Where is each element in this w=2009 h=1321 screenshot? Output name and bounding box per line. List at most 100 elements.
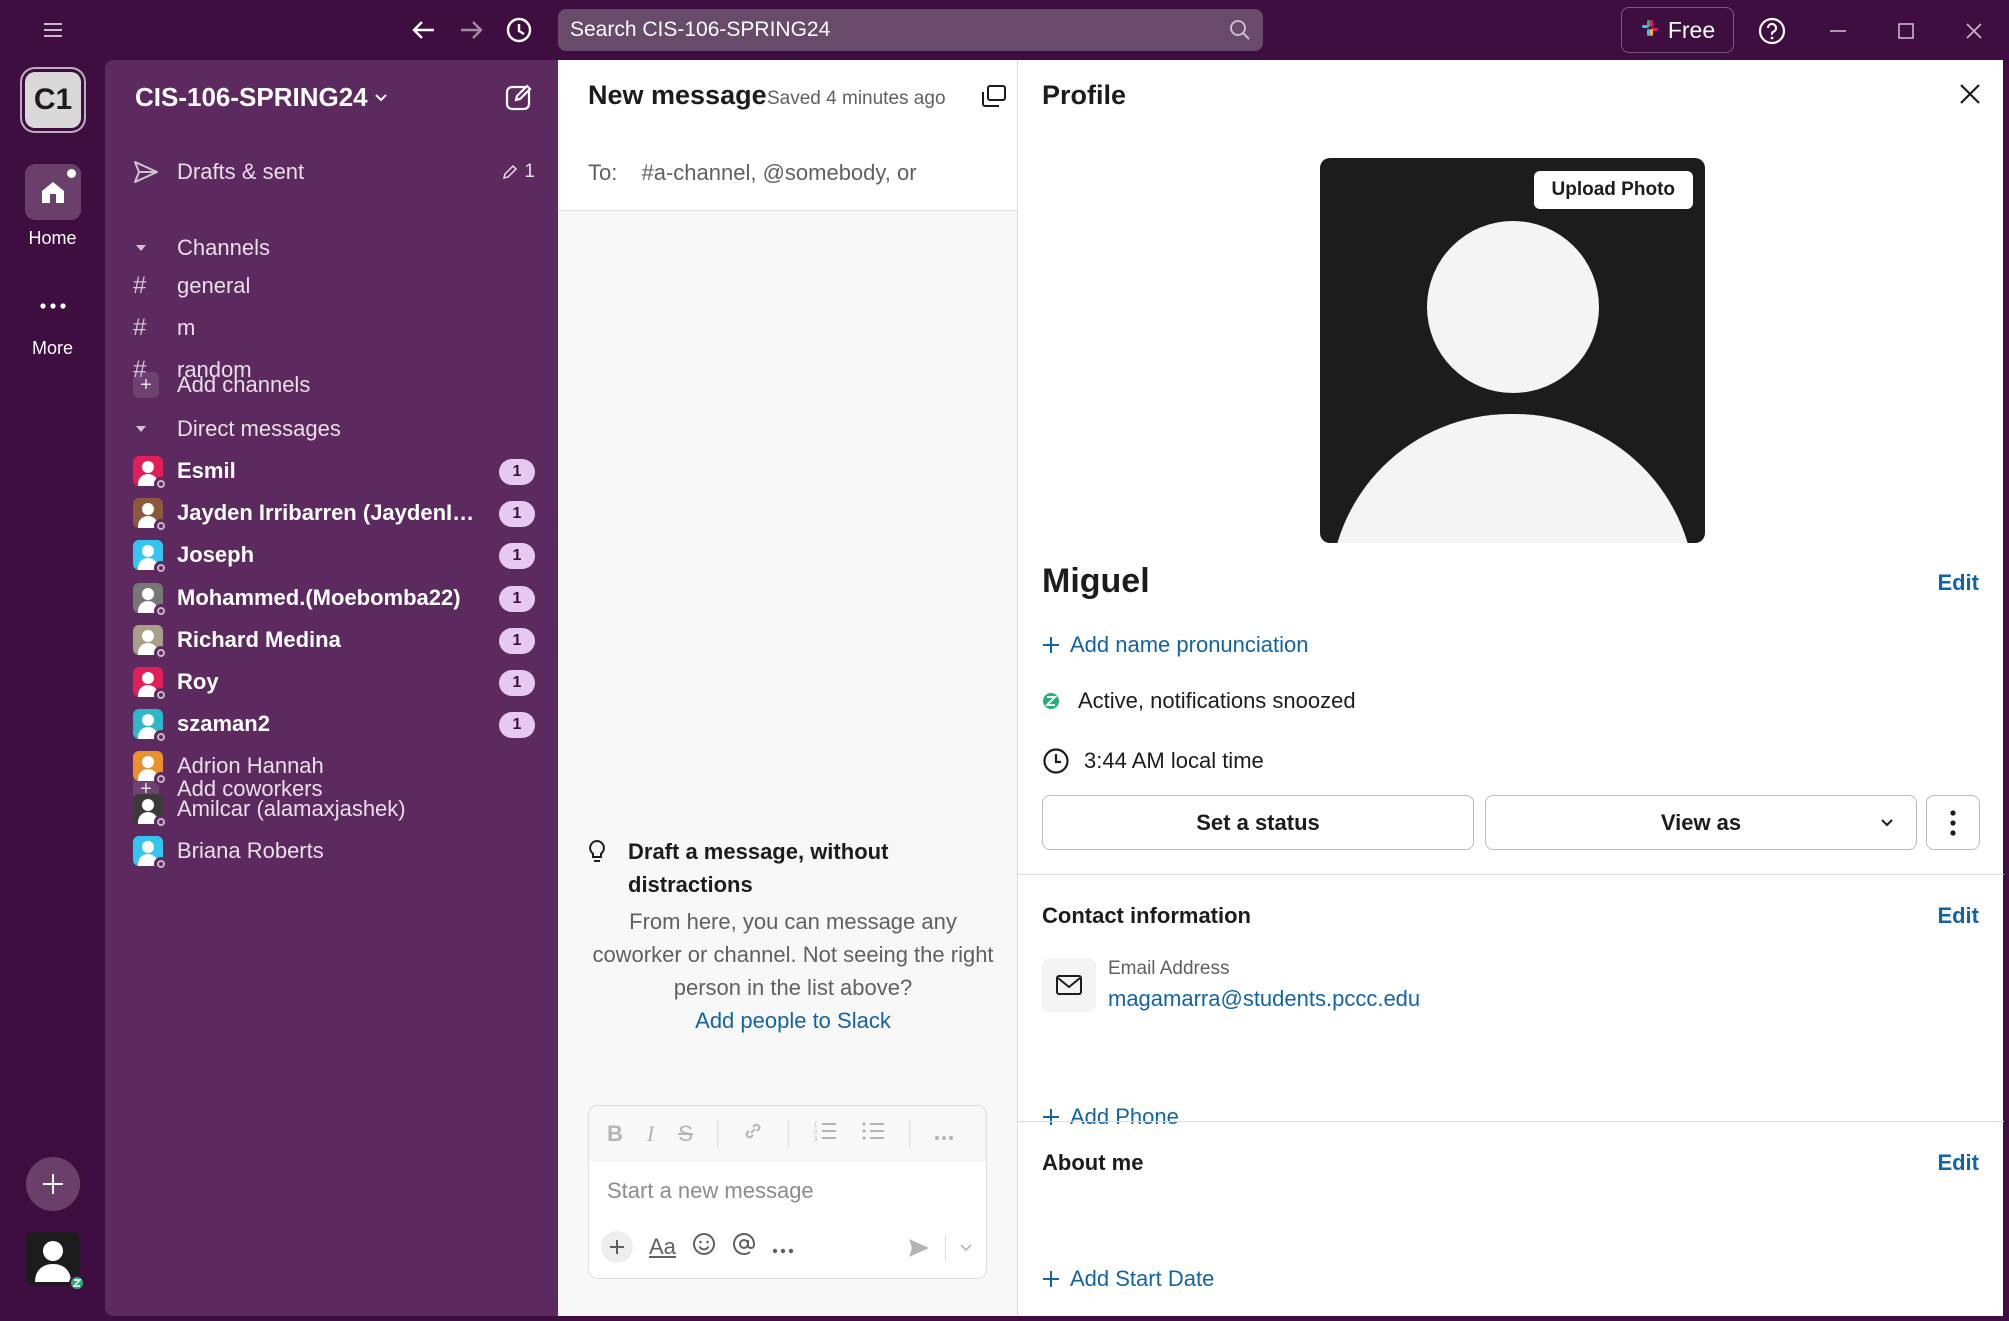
more-actions-icon[interactable] [772, 1234, 794, 1260]
svg-text:1: 1 [814, 1123, 818, 1129]
dm-avatar [133, 751, 168, 787]
profile-photo: Upload Photo [1320, 158, 1705, 543]
strikethrough-icon[interactable]: S [678, 1121, 693, 1147]
add-people-link[interactable]: Add people to Slack [695, 1008, 891, 1033]
send-button[interactable] [907, 1236, 972, 1260]
mention-icon[interactable] [732, 1232, 756, 1262]
sidebar-dm[interactable]: Joseph 1 [133, 535, 535, 576]
add-workspace-button[interactable] [26, 1157, 80, 1211]
send-divider [945, 1236, 946, 1260]
chevron-down-icon[interactable] [960, 1244, 972, 1252]
sidebar-dm[interactable]: Briana Roberts [133, 831, 535, 871]
dm-name: Roy [177, 669, 219, 694]
to-input[interactable]: #a-channel, @somebody, or [641, 160, 916, 185]
add-name-pronunciation-button[interactable]: Add name pronunciation [1042, 632, 1309, 658]
rail-home[interactable]: Home [0, 164, 105, 249]
unread-badge: 1 [499, 459, 535, 485]
sidebar-channel[interactable]: # random [133, 350, 535, 390]
sidebar-dm[interactable]: Adrion Hannah [133, 746, 535, 787]
sidebar-dm[interactable]: Esmil 1 [133, 451, 535, 491]
channels-section-header[interactable]: Channels [133, 228, 535, 268]
sidebar-dm[interactable]: Richard Medina 1 [133, 620, 535, 660]
channel-name: random [177, 357, 252, 382]
more-label: More [31, 338, 73, 358]
workspace-name-menu[interactable]: CIS-106-SPRING24 [135, 82, 388, 113]
dm-name: Briana Roberts [177, 837, 324, 863]
local-time-text: 3:44 AM local time [1084, 748, 1264, 773]
edit-contact-button[interactable]: Edit [1937, 903, 1979, 929]
view-as-label: View as [1660, 809, 1742, 835]
maximize-icon[interactable] [1890, 15, 1922, 47]
text-format-icon[interactable]: Aa [649, 1234, 676, 1260]
link-icon[interactable] [742, 1120, 764, 1148]
view-as-dropdown[interactable]: View as [1485, 795, 1917, 850]
status-text: Active, notifications snoozed [1078, 688, 1356, 713]
rail-more[interactable]: More [0, 278, 105, 359]
sidebar-channel[interactable]: # general [133, 266, 535, 306]
edit-about-button[interactable]: Edit [1937, 1150, 1979, 1176]
compose-icon[interactable] [504, 82, 534, 117]
workspace-rail: C1 Home More [0, 60, 105, 1321]
popout-icon[interactable] [981, 84, 1007, 113]
edit-name-button[interactable]: Edit [1937, 570, 1979, 596]
contact-info-title: Contact information [1042, 903, 1251, 928]
history-icon[interactable] [503, 14, 535, 46]
sidebar-dm[interactable]: Jayden Irribarren (JaydenIrribarren) 1 [133, 493, 535, 534]
bullet-list-icon[interactable] [861, 1121, 885, 1147]
upgrade-free-button[interactable]: Free [1621, 7, 1734, 53]
send-icon [909, 1239, 929, 1257]
ordered-list-icon[interactable]: 123 [813, 1121, 837, 1147]
vertical-dots-icon [1950, 809, 1956, 836]
sidebar-dm[interactable]: Mohammed.(Moebomba22) 1 [133, 578, 535, 618]
message-input[interactable]: Start a new message [607, 1178, 814, 1204]
plus-icon [1043, 1109, 1059, 1125]
add-start-date-button[interactable]: Add Start Date [1042, 1266, 1214, 1292]
email-link[interactable]: magamarra@students.pccc.edu [1108, 986, 1420, 1012]
hash-icon: # [133, 356, 147, 383]
sidebar-channel[interactable]: # m [133, 308, 535, 348]
bold-icon[interactable]: B [607, 1121, 623, 1147]
sidebar-dm[interactable]: szaman2 1 [133, 704, 535, 745]
add-phone-button[interactable]: Add Phone [1042, 1104, 1179, 1130]
unread-dot [66, 169, 76, 178]
sidebar-dm[interactable]: Roy 1 [133, 662, 535, 702]
help-icon[interactable] [1756, 15, 1788, 47]
plus-icon [1043, 637, 1059, 653]
dm-avatar [133, 624, 168, 660]
emoji-icon[interactable] [692, 1232, 716, 1262]
search-icon [1229, 19, 1251, 47]
close-icon[interactable] [1958, 82, 1982, 111]
unread-badge: 1 [499, 543, 535, 570]
sidebar-item-drafts[interactable]: Drafts & sent 1 [133, 152, 535, 192]
snooze-status-icon [69, 1275, 85, 1291]
more-formatting-icon[interactable] [934, 1121, 954, 1147]
attach-plus-icon[interactable] [601, 1231, 633, 1263]
dm-section-header[interactable]: Direct messages [133, 409, 535, 449]
sidebar: CIS-106-SPRING24 Drafts & sent 1 Channel… [105, 60, 558, 1316]
user-avatar[interactable] [26, 1232, 85, 1291]
add-pronunciation-label: Add name pronunciation [1070, 632, 1309, 657]
hash-icon: # [133, 314, 147, 341]
unread-badge: 1 [499, 501, 535, 528]
snooze-status-icon [1043, 693, 1059, 709]
forward-arrow-icon[interactable] [455, 14, 487, 46]
section-divider [1018, 874, 2004, 875]
caret-down-icon [133, 243, 165, 253]
italic-icon[interactable]: I [647, 1121, 654, 1147]
minimize-icon[interactable] [1822, 15, 1854, 47]
dm-name: szaman2 [177, 711, 270, 737]
saved-status: Saved 4 minutes ago [767, 88, 946, 109]
set-status-button[interactable]: Set a status [1042, 795, 1474, 850]
upload-photo-button[interactable]: Upload Photo [1533, 171, 1693, 209]
sidebar-dm[interactable]: Amilcar (alamaxjashek) [133, 789, 535, 829]
toolbar-divider [716, 1120, 718, 1148]
back-arrow-icon[interactable] [408, 14, 440, 46]
menu-icon[interactable] [38, 18, 68, 42]
search-input[interactable]: Search CIS-106-SPRING24 [558, 9, 1263, 51]
close-window-icon[interactable] [1958, 15, 1990, 47]
dm-header: Direct messages [177, 416, 341, 441]
more-options-button[interactable] [1926, 795, 1980, 850]
workspace-icon[interactable]: C1 [25, 72, 81, 128]
dm-avatar [133, 582, 168, 618]
to-field[interactable]: To: #a-channel, @somebody, or [588, 160, 917, 186]
